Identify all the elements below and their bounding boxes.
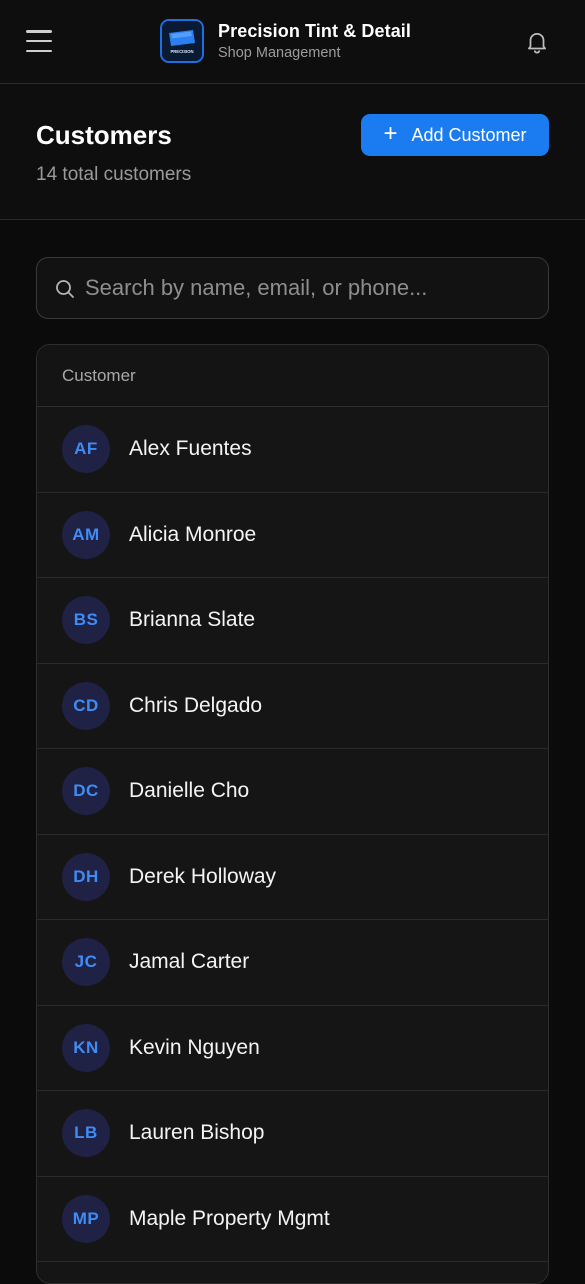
customer-name: Chris Delgado xyxy=(129,693,263,717)
table-row[interactable]: BS Brianna Slate xyxy=(37,578,548,664)
customer-name: Kevin Nguyen xyxy=(129,1035,260,1059)
search-input[interactable] xyxy=(85,268,535,308)
avatar: JC xyxy=(62,938,110,987)
avatar: MP xyxy=(62,1194,110,1243)
search-icon xyxy=(55,279,75,299)
customer-count: 14 total customers xyxy=(36,164,192,185)
table-row[interactable]: JC Jamal Carter xyxy=(37,920,548,1006)
table-header: Customer xyxy=(37,345,548,407)
table-row[interactable]: AF Alex Fuentes xyxy=(37,407,548,493)
avatar: BS xyxy=(62,596,110,645)
hamburger-menu-icon[interactable] xyxy=(26,30,52,52)
page-title: Customers xyxy=(36,120,172,150)
add-customer-label: Add Customer xyxy=(411,124,527,145)
brand[interactable]: PRECISION Precision Tint & Detail Shop M… xyxy=(160,19,411,63)
table-row[interactable]: DH Derek Holloway xyxy=(37,835,548,920)
page-header: Customers 14 total customers + Add Custo… xyxy=(0,84,585,220)
avatar: KN xyxy=(62,1023,110,1072)
search-box[interactable] xyxy=(36,257,549,319)
add-customer-button[interactable]: + Add Customer xyxy=(361,114,549,156)
top-app-bar: PRECISION Precision Tint & Detail Shop M… xyxy=(0,0,585,84)
app-subtitle: Shop Management xyxy=(218,45,341,61)
customer-table: Customer AF Alex Fuentes AM Alicia Monro… xyxy=(36,344,549,1284)
customer-name: Alicia Monroe xyxy=(129,522,257,546)
table-row[interactable]: DC Danielle Cho xyxy=(37,749,548,835)
customer-name: Lauren Bishop xyxy=(129,1121,265,1145)
table-row[interactable]: AM Alicia Monroe xyxy=(37,493,548,578)
avatar: LB xyxy=(62,1109,110,1158)
avatar: AF xyxy=(62,425,110,474)
column-header-customer: Customer xyxy=(62,365,136,385)
table-row[interactable]: KN Kevin Nguyen xyxy=(37,1006,548,1091)
avatar: CD xyxy=(62,681,110,730)
customer-name: Brianna Slate xyxy=(129,608,256,632)
app-title: Precision Tint & Detail xyxy=(218,21,412,41)
avatar: DH xyxy=(62,852,110,901)
app-logo: PRECISION xyxy=(160,19,204,63)
table-row[interactable]: MP Maple Property Mgmt xyxy=(37,1177,548,1262)
avatar: AM xyxy=(62,510,110,559)
customer-name: Derek Holloway xyxy=(129,864,277,888)
plus-icon: + xyxy=(383,120,398,147)
customer-name: Danielle Cho xyxy=(129,779,250,803)
bell-icon[interactable] xyxy=(524,29,550,55)
svg-text:PRECISION: PRECISION xyxy=(170,49,193,54)
table-row[interactable]: CD Chris Delgado xyxy=(37,664,548,749)
customer-name: Jamal Carter xyxy=(129,950,250,974)
table-row[interactable]: LB Lauren Bishop xyxy=(37,1091,548,1177)
customer-name: Maple Property Mgmt xyxy=(129,1206,330,1230)
customer-name: Alex Fuentes xyxy=(129,437,252,461)
avatar: DC xyxy=(62,767,110,816)
